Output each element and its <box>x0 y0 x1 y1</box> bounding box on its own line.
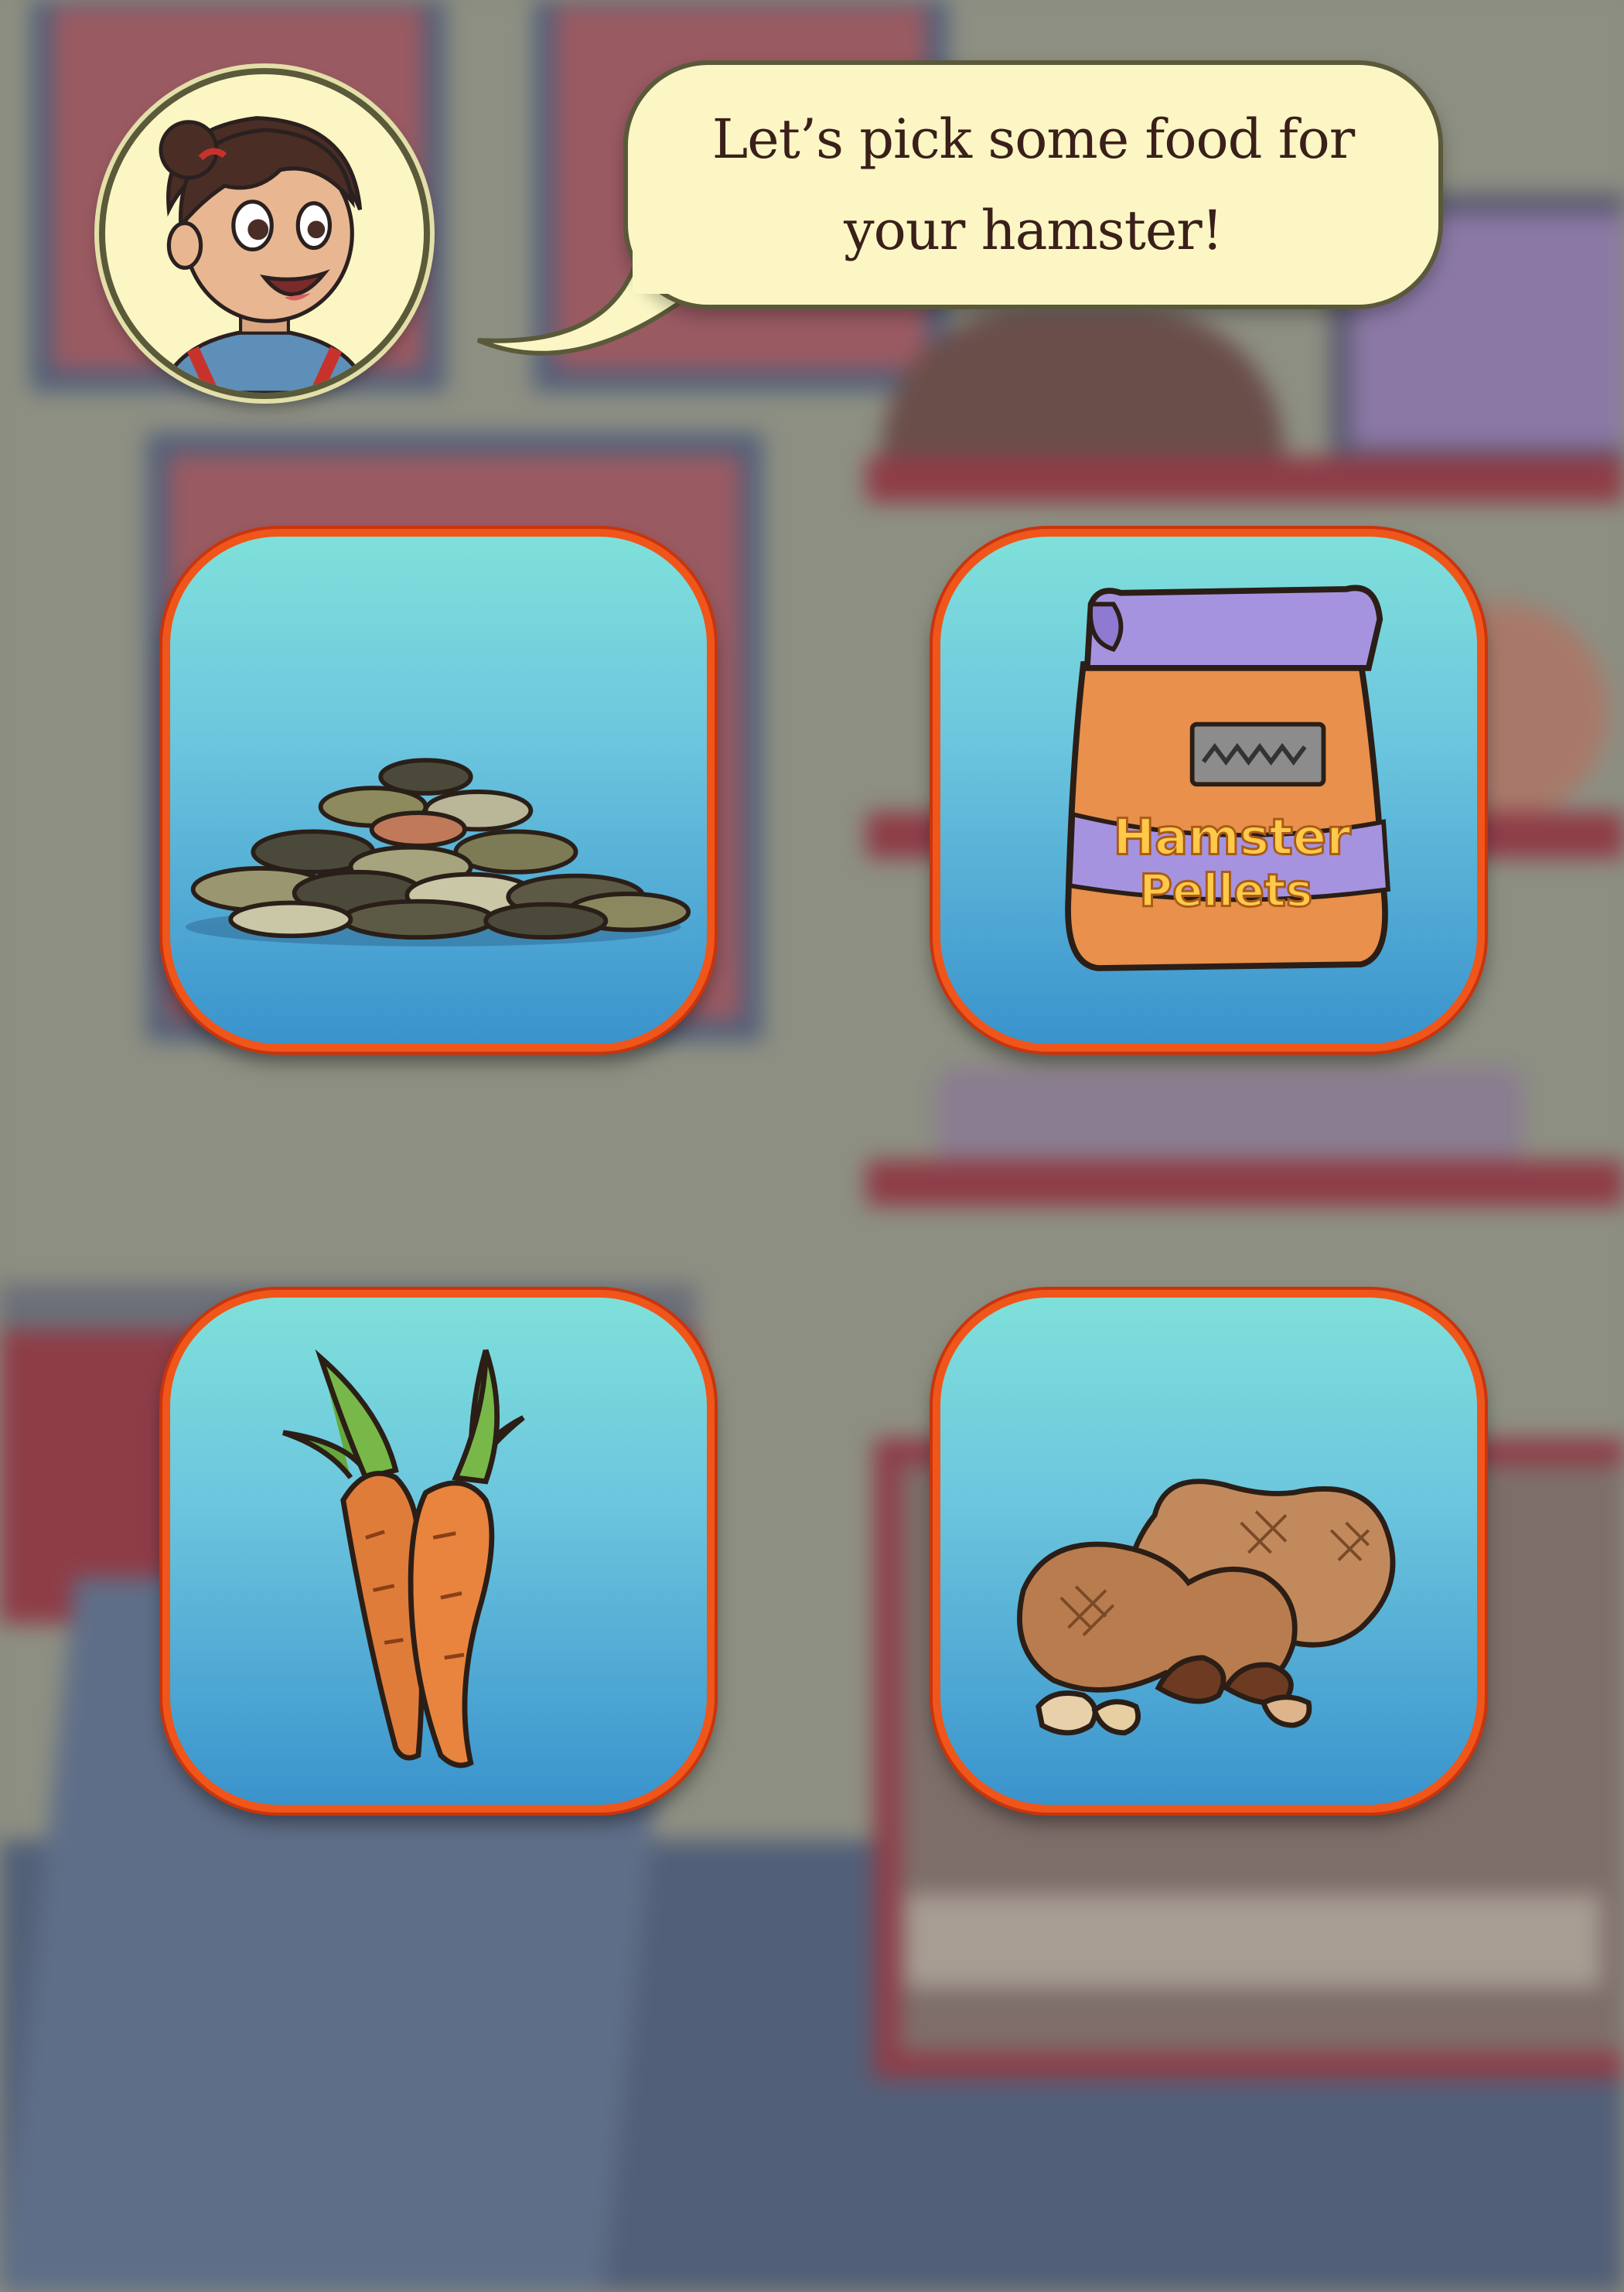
seed-mix-icon <box>185 758 691 946</box>
pellets-bag-label-line1: Hamster <box>1113 809 1351 866</box>
speech-text: Let’s pick some food for your hamster! <box>711 107 1355 262</box>
girl-host-avatar-icon <box>159 116 370 393</box>
choice-carrots-button[interactable] <box>162 1290 715 1813</box>
host-avatar <box>99 68 430 399</box>
hamster-pellets-bag-icon: Hamster Pellets <box>1065 585 1391 971</box>
peanuts-icon <box>1017 1479 1396 1736</box>
pellets-bag-label-line2: Pellets <box>1139 864 1312 916</box>
choice-pellets-button[interactable]: Hamster Pellets <box>933 529 1485 1052</box>
carrots-icon <box>282 1349 525 1768</box>
choice-seeds-button[interactable] <box>162 529 715 1052</box>
choice-peanuts-button[interactable] <box>933 1290 1485 1813</box>
speech-bubble: Let’s pick some food for your hamster! <box>623 60 1443 309</box>
